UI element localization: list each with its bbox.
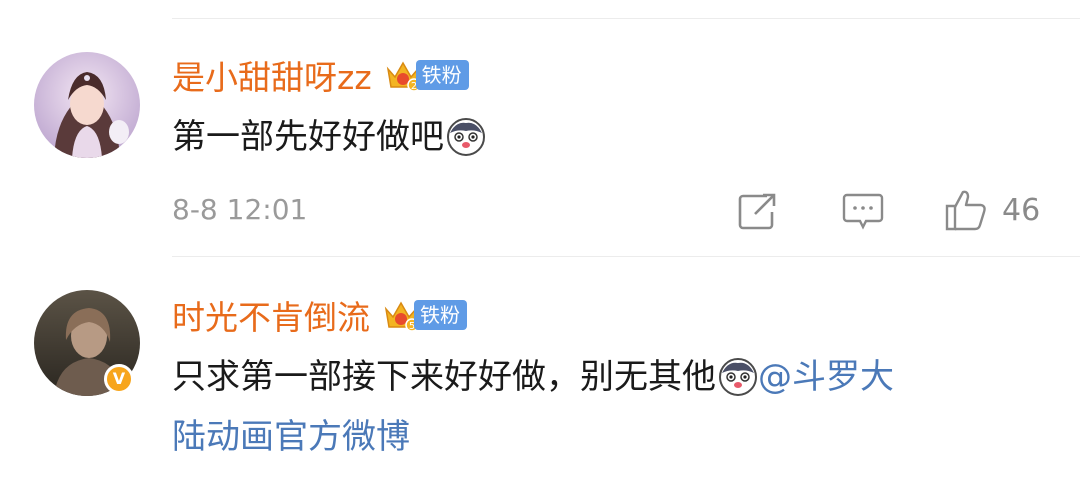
fan-label: 铁粉: [414, 300, 467, 330]
like-button[interactable]: 46: [944, 188, 1040, 232]
fan-label: 铁粉: [415, 60, 469, 90]
comment-icon: [842, 193, 884, 230]
avatar[interactable]: [34, 52, 140, 158]
comment-divider: [172, 256, 1080, 257]
husky-emoji-icon: [719, 358, 757, 396]
share-icon: [738, 193, 776, 230]
share-button[interactable]: [737, 192, 777, 230]
comment-header: 时光不肯倒流 5 铁粉: [172, 292, 467, 338]
timestamp: 8-8 12:01: [172, 193, 308, 226]
comment-body: 只求第一部接下来好好做，别无其他: [172, 357, 716, 397]
username[interactable]: 是小甜甜呀zz: [172, 51, 372, 99]
comment-header: 是小甜甜呀zz 2 铁粉: [172, 52, 469, 98]
like-count: 46: [1002, 192, 1041, 228]
mention-link[interactable]: 陆动画官方微博: [172, 410, 410, 464]
verified-badge: V: [104, 364, 134, 394]
comment-button[interactable]: [842, 192, 884, 230]
fan-badge[interactable]: 2 铁粉: [384, 57, 469, 93]
mention-link[interactable]: @斗罗大: [758, 350, 894, 404]
comment-text-line: 只求第一部接下来好好做，别无其他 @斗罗大: [172, 350, 894, 404]
thumbs-up-icon: [945, 190, 986, 231]
username[interactable]: 时光不肯倒流: [172, 291, 370, 339]
top-divider: [172, 18, 1080, 19]
comment-body: 第一部先好好做吧: [172, 117, 444, 157]
comment-text: 第一部先好好做吧: [172, 110, 486, 164]
husky-emoji-icon: [447, 118, 485, 156]
fan-badge[interactable]: 5 铁粉: [382, 297, 467, 333]
comment-text-line: 陆动画官方微博: [172, 410, 410, 464]
